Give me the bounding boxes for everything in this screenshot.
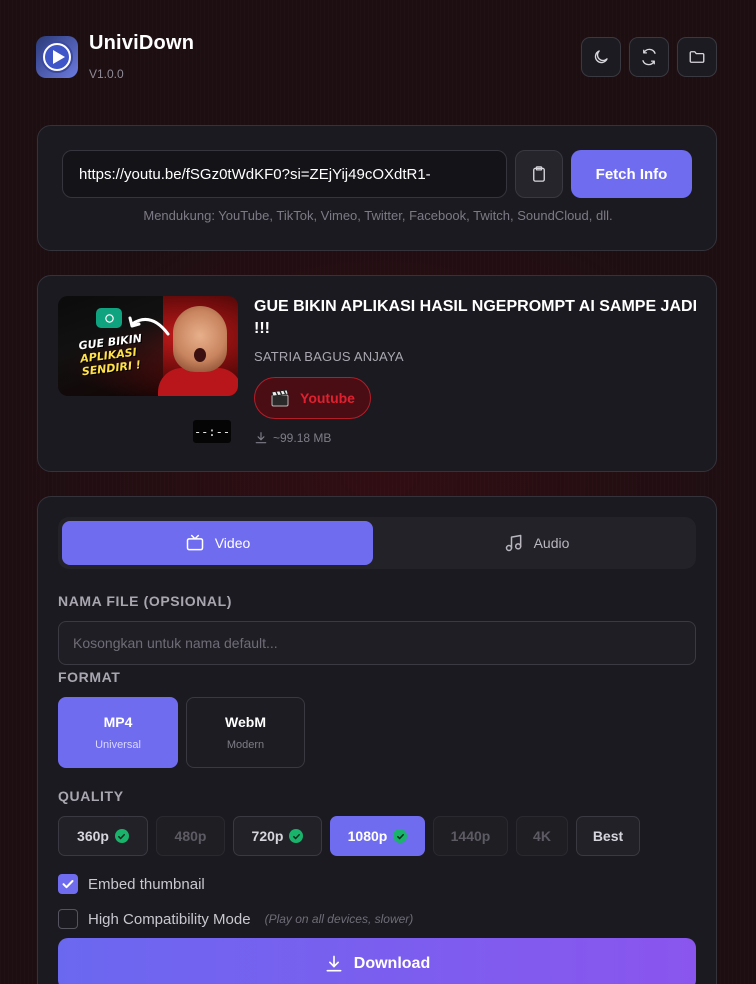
- quality-1080p-button[interactable]: 1080p: [330, 816, 425, 856]
- check-icon: [62, 880, 74, 889]
- quality-720p-button[interactable]: 720p: [233, 816, 322, 856]
- url-input[interactable]: [62, 150, 507, 198]
- high-compat-hint: (Play on all devices, slower): [264, 912, 414, 926]
- paste-button[interactable]: [515, 150, 563, 198]
- quality-label-text: 1440p: [450, 828, 491, 844]
- quality-label-text: Best: [592, 828, 624, 844]
- quality-360p-button[interactable]: 360p: [58, 816, 148, 856]
- supported-platforms-text: Mendukung: YouTube, TikTok, Vimeo, Twitt…: [143, 208, 613, 223]
- download-icon: [255, 432, 267, 444]
- app-title: UniviDown: [89, 32, 195, 54]
- download-options-card: Video Audio NAMA FILE (OPSIONAL) FORMAT …: [37, 496, 717, 984]
- high-compat-checkbox[interactable]: [58, 909, 78, 929]
- video-channel: SATRIA BAGUS ANJAYA: [254, 349, 404, 364]
- quality-label-text: 720p: [251, 828, 284, 844]
- check-circle-icon: [114, 829, 129, 843]
- platform-label: Youtube: [300, 390, 355, 406]
- quality-label-text: 480p: [174, 828, 207, 844]
- theme-toggle-button[interactable]: [581, 37, 621, 77]
- quality-480p-button[interactable]: 480p: [156, 816, 225, 856]
- music-icon: [505, 534, 522, 552]
- video-info-card: GUE BIKIN APLIKASI SENDIRI ! --:-- GUE B…: [37, 275, 717, 472]
- platform-badge: Youtube: [254, 377, 371, 419]
- tv-icon: [186, 534, 203, 551]
- moon-icon: [594, 50, 608, 64]
- quality-1440p-button[interactable]: 1440p: [433, 816, 508, 856]
- file-size: ~99.18 MB: [254, 431, 331, 445]
- high-compat-label: High Compatibility Mode: [88, 910, 251, 928]
- filename-label: NAMA FILE (OPSIONAL): [58, 593, 233, 609]
- open-folder-button[interactable]: [677, 37, 717, 77]
- check-circle-icon: [393, 829, 408, 843]
- filename-input[interactable]: [58, 621, 696, 665]
- tab-video-label: Video: [214, 535, 251, 551]
- download-icon: [326, 955, 342, 972]
- tab-audio[interactable]: Audio: [381, 521, 692, 565]
- file-size-value: ~99.18 MB: [273, 431, 332, 445]
- quality-best-button[interactable]: Best: [576, 816, 640, 856]
- embed-thumbnail-option[interactable]: Embed thumbnail: [58, 874, 205, 894]
- format-webm-option[interactable]: WebM Modern: [186, 697, 305, 768]
- refresh-button[interactable]: [629, 37, 669, 77]
- folder-icon: [689, 51, 705, 63]
- url-card: Fetch Info Mendukung: YouTube, TikTok, V…: [37, 125, 717, 251]
- refresh-icon: [642, 48, 656, 66]
- clapperboard-icon: [271, 389, 289, 407]
- chatgpt-icon: [96, 308, 122, 328]
- embed-thumbnail-label: Embed thumbnail: [88, 875, 205, 893]
- format-label: FORMAT: [58, 669, 121, 685]
- video-title: GUE BIKIN APLIKASI HASIL NGEPROMPT AI SA…: [254, 298, 698, 337]
- quality-label-text: 4K: [533, 828, 551, 844]
- app-logo: [36, 36, 78, 78]
- quality-label-text: 1080p: [347, 828, 388, 844]
- format-name: WebM: [225, 714, 266, 730]
- video-duration: --:--: [193, 420, 231, 443]
- tab-video[interactable]: Video: [62, 521, 373, 565]
- quality-label: QUALITY: [58, 788, 124, 804]
- tab-audio-label: Audio: [533, 535, 570, 551]
- format-subtitle: Modern: [226, 739, 265, 751]
- media-type-tabs: Video Audio: [58, 517, 696, 569]
- quality-label-text: 360p: [77, 828, 109, 844]
- download-button[interactable]: Download: [58, 938, 696, 984]
- video-thumbnail: GUE BIKIN APLIKASI SENDIRI !: [58, 296, 238, 396]
- app-version: V1.0.0: [89, 67, 124, 81]
- fetch-info-button[interactable]: Fetch Info: [571, 150, 692, 198]
- quality-4k-button[interactable]: 4K: [516, 816, 568, 856]
- play-icon: [41, 41, 73, 73]
- format-name: MP4: [103, 714, 133, 730]
- download-label: Download: [353, 955, 431, 972]
- high-compat-option[interactable]: High Compatibility Mode (Play on all dev…: [58, 909, 413, 929]
- format-mp4-option[interactable]: MP4 Universal: [58, 697, 178, 768]
- check-circle-icon: [289, 829, 304, 843]
- format-subtitle: Universal: [95, 739, 141, 751]
- embed-thumbnail-checkbox[interactable]: [58, 874, 78, 894]
- clipboard-icon: [533, 166, 545, 182]
